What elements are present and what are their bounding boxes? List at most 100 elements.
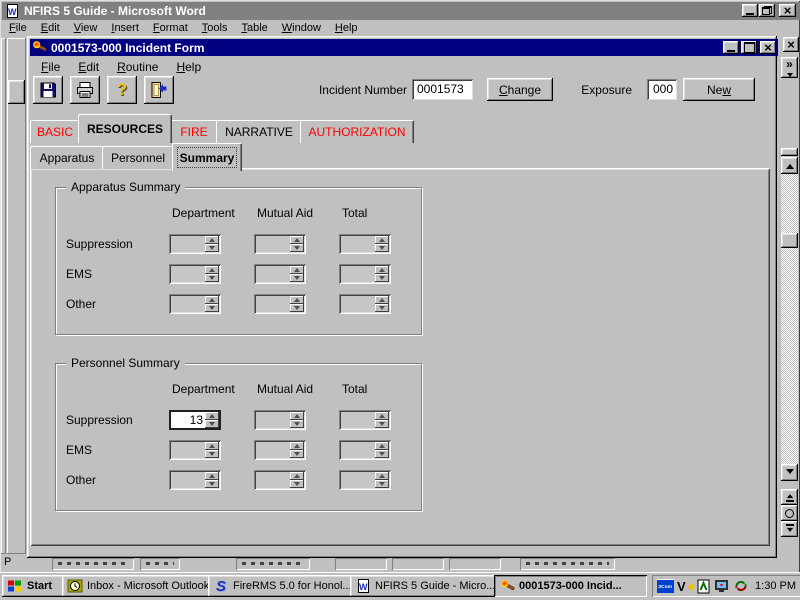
spin-down-icon[interactable] bbox=[205, 304, 219, 312]
new-button[interactable]: New bbox=[683, 78, 755, 101]
spin-up-icon[interactable] bbox=[290, 472, 304, 480]
spin-down-icon[interactable] bbox=[205, 274, 219, 282]
spin-apparatus-suppression-mutual-aid[interactable] bbox=[254, 234, 306, 254]
spin-down-icon[interactable] bbox=[290, 274, 304, 282]
spin-personnel-ems-total[interactable] bbox=[339, 440, 391, 460]
word-menu-file[interactable]: File bbox=[2, 21, 34, 36]
save-button[interactable] bbox=[33, 76, 63, 104]
spin-apparatus-ems-department[interactable] bbox=[169, 264, 221, 284]
spin-up-icon[interactable] bbox=[290, 236, 304, 244]
spin-down-icon[interactable] bbox=[290, 304, 304, 312]
spin-up-icon[interactable] bbox=[290, 266, 304, 274]
form-close-button[interactable] bbox=[760, 41, 776, 54]
taskbar-task-incident-form[interactable]: 0001573-000 Incid... bbox=[494, 575, 647, 597]
spin-up-icon[interactable] bbox=[375, 472, 389, 480]
form-menu-routine[interactable]: Routine bbox=[108, 59, 167, 75]
spin-down-icon[interactable] bbox=[290, 480, 304, 488]
word-menu-view[interactable]: View bbox=[67, 21, 105, 36]
spin-down-icon[interactable] bbox=[205, 244, 219, 252]
spin-down-icon[interactable] bbox=[375, 304, 389, 312]
spin-apparatus-ems-total[interactable] bbox=[339, 264, 391, 284]
display-icon[interactable] bbox=[714, 578, 730, 594]
tab-fire[interactable]: FIRE bbox=[170, 120, 218, 143]
spin-up-icon[interactable] bbox=[290, 412, 304, 420]
word-menu-insert[interactable]: Insert bbox=[104, 21, 146, 36]
spin-up-icon[interactable] bbox=[205, 412, 219, 420]
scroll-up-button[interactable] bbox=[781, 157, 798, 174]
print-button[interactable] bbox=[70, 76, 100, 104]
spin-personnel-ems-mutual-aid[interactable] bbox=[254, 440, 306, 460]
spin-personnel-suppression-mutual-aid[interactable] bbox=[254, 410, 306, 430]
form-minimize-button[interactable] bbox=[723, 41, 739, 54]
spin-apparatus-other-total[interactable] bbox=[339, 294, 391, 314]
novell-icon[interactable] bbox=[696, 578, 711, 594]
spin-down-icon[interactable] bbox=[290, 450, 304, 458]
subtab-personnel[interactable]: Personnel bbox=[102, 146, 174, 169]
spin-apparatus-other-mutual-aid[interactable] bbox=[254, 294, 306, 314]
spin-up-icon[interactable] bbox=[205, 442, 219, 450]
spin-down-icon[interactable] bbox=[290, 244, 304, 252]
spin-apparatus-suppression-total[interactable] bbox=[339, 234, 391, 254]
tab-narrative[interactable]: NARRATIVE bbox=[216, 120, 302, 143]
word-restore-button[interactable] bbox=[759, 4, 775, 17]
spin-personnel-other-mutual-aid[interactable] bbox=[254, 470, 306, 490]
spin-personnel-suppression-department[interactable]: 13 bbox=[169, 410, 221, 430]
start-button[interactable]: Start bbox=[2, 575, 66, 597]
exit-button[interactable] bbox=[144, 76, 174, 104]
subtab-summary[interactable]: Summary bbox=[172, 143, 242, 171]
form-menu-help[interactable]: Help bbox=[167, 59, 210, 75]
taskbar-task-word[interactable]: W NFIRS 5 Guide - Micro... bbox=[350, 575, 501, 597]
word-menu-table[interactable]: Table bbox=[234, 21, 274, 36]
word-minimize-button[interactable] bbox=[742, 4, 758, 17]
spin-apparatus-ems-mutual-aid[interactable] bbox=[254, 264, 306, 284]
spin-down-icon[interactable] bbox=[205, 450, 219, 458]
word-menu-window[interactable]: Window bbox=[275, 21, 328, 36]
next-page-button[interactable] bbox=[781, 521, 798, 537]
spin-down-icon[interactable] bbox=[375, 274, 389, 282]
spin-down-icon[interactable] bbox=[290, 420, 304, 428]
split-handle[interactable] bbox=[781, 148, 798, 156]
exposure-field[interactable]: 000 bbox=[647, 79, 677, 100]
spin-up-icon[interactable] bbox=[375, 266, 389, 274]
spin-down-icon[interactable] bbox=[205, 480, 219, 488]
volume-v-icon[interactable]: V bbox=[677, 579, 693, 594]
spin-up-icon[interactable] bbox=[375, 296, 389, 304]
scroll-down-button[interactable] bbox=[781, 464, 798, 481]
spin-down-icon[interactable] bbox=[375, 244, 389, 252]
spin-apparatus-other-department[interactable] bbox=[169, 294, 221, 314]
word-doc-close-button[interactable] bbox=[783, 37, 799, 52]
taskbar-task-firerms[interactable]: S FireRMS 5.0 for Honol... bbox=[208, 575, 356, 597]
spin-up-icon[interactable] bbox=[290, 296, 304, 304]
word-menu-help[interactable]: Help bbox=[328, 21, 365, 36]
spin-personnel-ems-department[interactable] bbox=[169, 440, 221, 460]
spin-up-icon[interactable] bbox=[205, 266, 219, 274]
spin-up-icon[interactable] bbox=[375, 442, 389, 450]
spin-down-icon[interactable] bbox=[205, 420, 219, 428]
spin-up-icon[interactable] bbox=[205, 472, 219, 480]
sync-icon[interactable] bbox=[733, 578, 749, 594]
spin-personnel-suppression-total[interactable] bbox=[339, 410, 391, 430]
scrollbar-track[interactable] bbox=[781, 174, 798, 464]
subtab-apparatus[interactable]: Apparatus bbox=[30, 146, 104, 169]
spin-up-icon[interactable] bbox=[205, 296, 219, 304]
spin-down-icon[interactable] bbox=[375, 450, 389, 458]
toolbar-overflow-button[interactable] bbox=[781, 57, 798, 78]
spin-apparatus-suppression-department[interactable] bbox=[169, 234, 221, 254]
spin-down-icon[interactable] bbox=[375, 420, 389, 428]
browse-object-button[interactable] bbox=[781, 505, 798, 521]
word-menu-edit[interactable]: Edit bbox=[34, 21, 67, 36]
word-close-button[interactable] bbox=[779, 4, 796, 17]
spin-up-icon[interactable] bbox=[375, 412, 389, 420]
form-menu-edit[interactable]: Edit bbox=[69, 59, 108, 75]
previous-page-button[interactable] bbox=[781, 489, 798, 505]
tab-resources[interactable]: RESOURCES bbox=[78, 114, 172, 143]
word-menu-format[interactable]: Format bbox=[146, 21, 195, 36]
scrollbar-thumb[interactable] bbox=[781, 233, 798, 248]
incident-number-field[interactable]: 0001573 bbox=[412, 79, 473, 100]
word-menu-tools[interactable]: Tools bbox=[195, 21, 235, 36]
spin-personnel-other-department[interactable] bbox=[169, 470, 221, 490]
spin-up-icon[interactable] bbox=[205, 236, 219, 244]
form-menu-file[interactable]: File bbox=[32, 59, 69, 75]
tab-authorization[interactable]: AUTHORIZATION bbox=[300, 120, 414, 143]
3com-icon[interactable]: 3Com bbox=[657, 579, 674, 593]
